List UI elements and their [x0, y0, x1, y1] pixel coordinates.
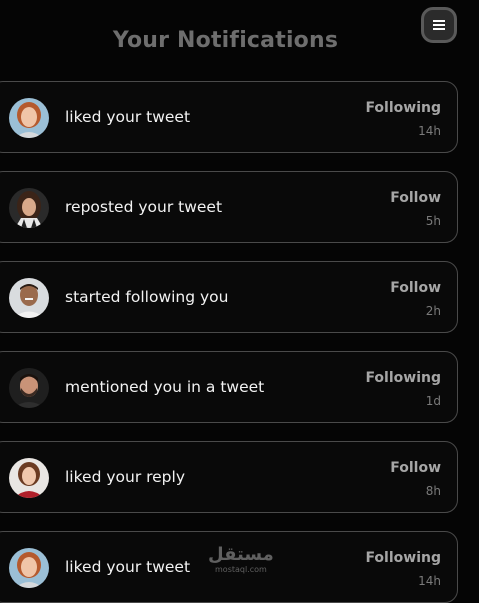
avatar[interactable] — [9, 98, 49, 138]
follow-button[interactable]: Following — [365, 550, 441, 566]
notification-card[interactable]: liked your tweet Following 14h — [0, 81, 458, 153]
avatar[interactable] — [9, 278, 49, 318]
notification-message: mentioned you in a tweet — [65, 378, 265, 396]
follow-button[interactable]: Following — [365, 100, 441, 116]
avatar[interactable] — [9, 188, 49, 228]
follow-button[interactable]: Follow — [390, 460, 441, 476]
notification-message: liked your tweet — [65, 108, 191, 126]
notification-card[interactable]: liked your reply Follow 8h — [0, 441, 458, 513]
page-title: Your Notifications — [112, 28, 339, 53]
timestamp: 1d — [425, 394, 441, 408]
avatar[interactable] — [9, 368, 49, 408]
watermark-main: مستقل — [208, 544, 274, 565]
notification-message: liked your reply — [65, 468, 186, 486]
follow-button[interactable]: Follow — [390, 280, 441, 296]
follow-button[interactable]: Follow — [390, 190, 441, 206]
notification-message: reposted your tweet — [65, 198, 223, 216]
notification-card[interactable]: reposted your tweet Follow 5h — [0, 171, 458, 243]
notification-card[interactable]: started following you Follow 2h — [0, 261, 458, 333]
watermark-sub: mostaql.com — [215, 565, 267, 574]
timestamp: 14h — [418, 124, 441, 138]
notification-message: started following you — [65, 288, 229, 306]
timestamp: 2h — [425, 304, 441, 318]
watermark-logo: مستقل mostaql.com — [208, 546, 274, 574]
timestamp: 5h — [425, 214, 441, 228]
notification-message: liked your tweet — [65, 558, 191, 576]
follow-button[interactable]: Following — [365, 370, 441, 386]
notification-card[interactable]: mentioned you in a tweet Following 1d — [0, 351, 458, 423]
timestamp: 8h — [425, 484, 441, 498]
avatar[interactable] — [9, 458, 49, 498]
avatar[interactable] — [9, 548, 49, 588]
